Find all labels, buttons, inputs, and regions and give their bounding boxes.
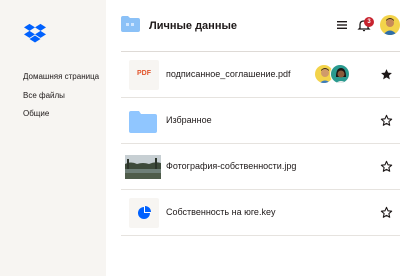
avatar bbox=[330, 64, 350, 84]
header: Личные данные 3 bbox=[121, 14, 401, 40]
pie-chart-icon bbox=[138, 206, 151, 219]
star-filled-icon[interactable] bbox=[380, 68, 393, 81]
folder-icon bbox=[121, 16, 140, 32]
pdf-label: PDF bbox=[137, 70, 151, 77]
sidebar-item-home[interactable]: Домашняя страница bbox=[23, 72, 99, 91]
menu-icon[interactable] bbox=[336, 19, 348, 31]
file-name[interactable]: Собственность на юге.key bbox=[166, 207, 275, 217]
notification-badge: 3 bbox=[364, 17, 374, 27]
file-row-keynote[interactable]: Собственность на юге.key bbox=[121, 190, 400, 236]
row-divider bbox=[121, 235, 400, 236]
sidebar: Домашняя страница Все файлы Общие bbox=[0, 0, 106, 276]
user-avatar-image bbox=[380, 15, 400, 35]
dropbox-logo-icon[interactable] bbox=[24, 23, 46, 45]
file-name[interactable]: подписанное_соглашение.pdf bbox=[166, 69, 290, 79]
avatar-image bbox=[331, 65, 349, 83]
file-row-pdf[interactable]: PDF подписанное_соглашение.pdf bbox=[121, 52, 400, 98]
file-row-photo[interactable]: Фотография-собственности.jpg bbox=[121, 144, 400, 190]
page-title: Личные данные bbox=[149, 20, 237, 32]
star-outline-icon[interactable] bbox=[380, 114, 393, 127]
file-row-folder[interactable]: Избранное bbox=[121, 98, 400, 144]
sidebar-item-all-files[interactable]: Все файлы bbox=[23, 91, 99, 110]
pdf-file-icon: PDF bbox=[129, 60, 159, 90]
file-name[interactable]: Избранное bbox=[166, 115, 212, 125]
file-name[interactable]: Фотография-собственности.jpg bbox=[166, 161, 296, 171]
sidebar-nav: Домашняя страница Все файлы Общие bbox=[23, 72, 99, 128]
star-outline-icon[interactable] bbox=[380, 160, 393, 173]
keynote-file-icon bbox=[129, 198, 159, 228]
user-avatar[interactable] bbox=[380, 15, 400, 35]
star-outline-icon[interactable] bbox=[380, 206, 393, 219]
sidebar-item-shared[interactable]: Общие bbox=[23, 109, 99, 128]
shared-avatars bbox=[314, 64, 352, 86]
photo-thumbnail bbox=[125, 155, 161, 179]
folder-icon bbox=[129, 111, 157, 133]
photo-image bbox=[125, 155, 161, 179]
